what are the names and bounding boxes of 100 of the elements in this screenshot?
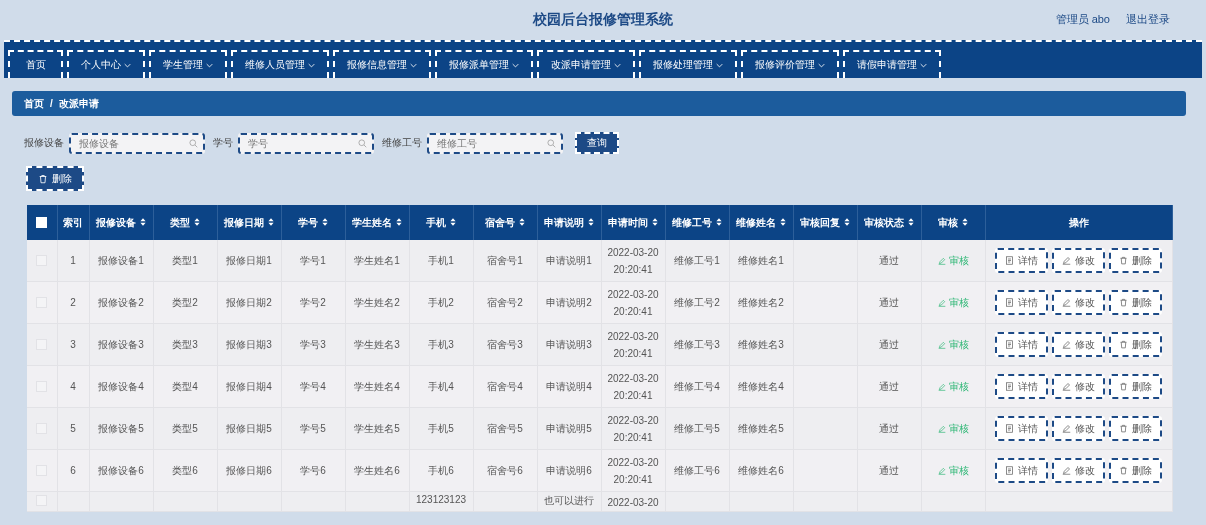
table-cell-text: 2022-03-20 20:20:41 [606, 329, 660, 361]
table-cell-text: 2022-03-20 20:20:41 [606, 455, 660, 487]
table-cell: 类型6 [172, 464, 198, 476]
breadcrumb-separator: / [50, 98, 53, 109]
table-cell: 通过 [879, 338, 899, 350]
nav-item[interactable]: 首页 [8, 50, 63, 78]
search-button[interactable]: 查询 [575, 132, 619, 154]
delete-button[interactable]: 删除 [26, 166, 84, 191]
logout-link[interactable]: 退出登录 [1126, 12, 1170, 27]
action-button[interactable]: 删除 [1109, 416, 1163, 441]
column-header[interactable]: 维修工号 [665, 205, 729, 240]
action-button[interactable]: 修改 [1052, 248, 1106, 273]
action-button[interactable]: 删除 [1109, 332, 1163, 357]
action-button[interactable]: 修改 [1052, 458, 1106, 483]
nav-item[interactable]: 维修人员管理 [231, 50, 329, 78]
user-label: 管理员 abo [1055, 12, 1110, 27]
nav-item[interactable]: 请假申请管理 [843, 50, 941, 78]
pencil-icon [1062, 298, 1072, 307]
table-cell: 学号6 [300, 464, 326, 476]
nav-item[interactable]: 报修评价管理 [741, 50, 839, 78]
action-button[interactable]: 详情 [995, 290, 1049, 315]
nav-item[interactable]: 报修信息管理 [333, 50, 431, 78]
table-cell-text: 2022-03-20 20:20:41 [606, 371, 660, 403]
action-button[interactable]: 修改 [1052, 290, 1106, 315]
action-button[interactable]: 详情 [995, 332, 1049, 357]
table-cell: 宿舍号4 [487, 380, 523, 392]
action-button[interactable]: 删除 [1109, 458, 1163, 483]
column-header[interactable]: 手机 [409, 205, 473, 240]
document-icon [1005, 382, 1015, 391]
table-cell: 申请说明5 [546, 422, 592, 434]
action-button[interactable]: 详情 [995, 248, 1049, 273]
table-cell: 3 [70, 339, 76, 350]
column-header[interactable]: 申请说明 [537, 205, 601, 240]
table-cell: 手机3 [428, 338, 454, 350]
search-field[interactable]: 学号 [238, 132, 374, 154]
trash-icon [1119, 340, 1129, 349]
document-icon [1005, 466, 1015, 475]
column-header[interactable]: 报修设备 [89, 205, 153, 240]
action-button[interactable]: 详情 [995, 416, 1049, 441]
table-cell: 类型3 [172, 338, 198, 350]
column-header[interactable]: 申请时间 [601, 205, 665, 240]
search-icon [547, 138, 556, 148]
column-header[interactable]: 类型 [153, 205, 217, 240]
search-field[interactable]: 维修工号 [427, 132, 563, 154]
column-header[interactable]: 学号 [281, 205, 345, 240]
pencil-icon [1062, 340, 1072, 349]
nav-item[interactable]: 改派申请管理 [537, 50, 635, 78]
pencil-icon [937, 340, 946, 349]
column-header[interactable]: 操作 [985, 205, 1173, 240]
nav-item[interactable]: 学生管理 [149, 50, 227, 78]
table-cell-text: 2022-03-20 [606, 496, 660, 510]
trash-icon [1119, 424, 1129, 433]
table-cell: 通过 [879, 296, 899, 308]
table-cell: 宿舍号2 [487, 296, 523, 308]
table-cell: 也可以进行 [544, 495, 594, 506]
field-label: 学号 [213, 136, 233, 150]
table-cell: 宿舍号6 [487, 464, 523, 476]
table-cell: 学号4 [300, 380, 326, 392]
pencil-icon [937, 466, 946, 475]
column-header[interactable]: 审核回复 [793, 205, 857, 240]
column-header[interactable]: 维修姓名 [729, 205, 793, 240]
search-field[interactable]: 报修设备 [69, 132, 205, 154]
table-cell: 申请说明1 [546, 254, 592, 266]
table-cell: 维修姓名6 [738, 464, 784, 476]
select-all-checkbox[interactable] [36, 217, 48, 229]
action-button[interactable]: 删除 [1109, 248, 1163, 273]
nav-item[interactable]: 报修派单管理 [435, 50, 533, 78]
breadcrumb-link[interactable]: 首页 [24, 96, 44, 111]
table-cell: 宿舍号5 [487, 422, 523, 434]
column-header[interactable]: 宿舍号 [473, 205, 537, 240]
action-button[interactable]: 详情 [995, 374, 1049, 399]
table-cell: 维修姓名1 [738, 254, 784, 266]
column-header[interactable]: 审核 [921, 205, 985, 240]
table-cell: 报修日期1 [226, 254, 272, 266]
table-cell: 类型1 [172, 254, 198, 266]
table-cell: 学生姓名5 [354, 422, 400, 434]
table-cell: 申请说明4 [546, 380, 592, 392]
column-header[interactable]: 学生姓名 [345, 205, 409, 240]
table-cell: 类型2 [172, 296, 198, 308]
table-cell: 报修日期4 [226, 380, 272, 392]
table-cell: 学生姓名4 [354, 380, 400, 392]
table-cell: 5 [70, 423, 76, 434]
table-cell: 手机6 [428, 464, 454, 476]
table-cell: 维修工号2 [674, 296, 720, 308]
column-header[interactable]: 报修日期 [217, 205, 281, 240]
action-button[interactable]: 删除 [1109, 374, 1163, 399]
nav-item[interactable]: 报修处理管理 [639, 50, 737, 78]
action-button[interactable]: 修改 [1052, 332, 1106, 357]
table-cell: 学号5 [300, 422, 326, 434]
table-cell: 报修日期5 [226, 422, 272, 434]
action-button[interactable]: 删除 [1109, 290, 1163, 315]
action-button[interactable]: 修改 [1052, 416, 1106, 441]
action-button[interactable]: 详情 [995, 458, 1049, 483]
nav-item[interactable]: 个人中心 [67, 50, 145, 78]
pencil-icon [937, 256, 946, 265]
breadcrumb-link[interactable]: 改派申请 [58, 96, 99, 111]
action-button[interactable]: 修改 [1052, 374, 1106, 399]
column-header[interactable]: 索引 [57, 205, 89, 240]
column-header[interactable]: 审核状态 [857, 205, 921, 240]
trash-icon [1119, 382, 1129, 391]
